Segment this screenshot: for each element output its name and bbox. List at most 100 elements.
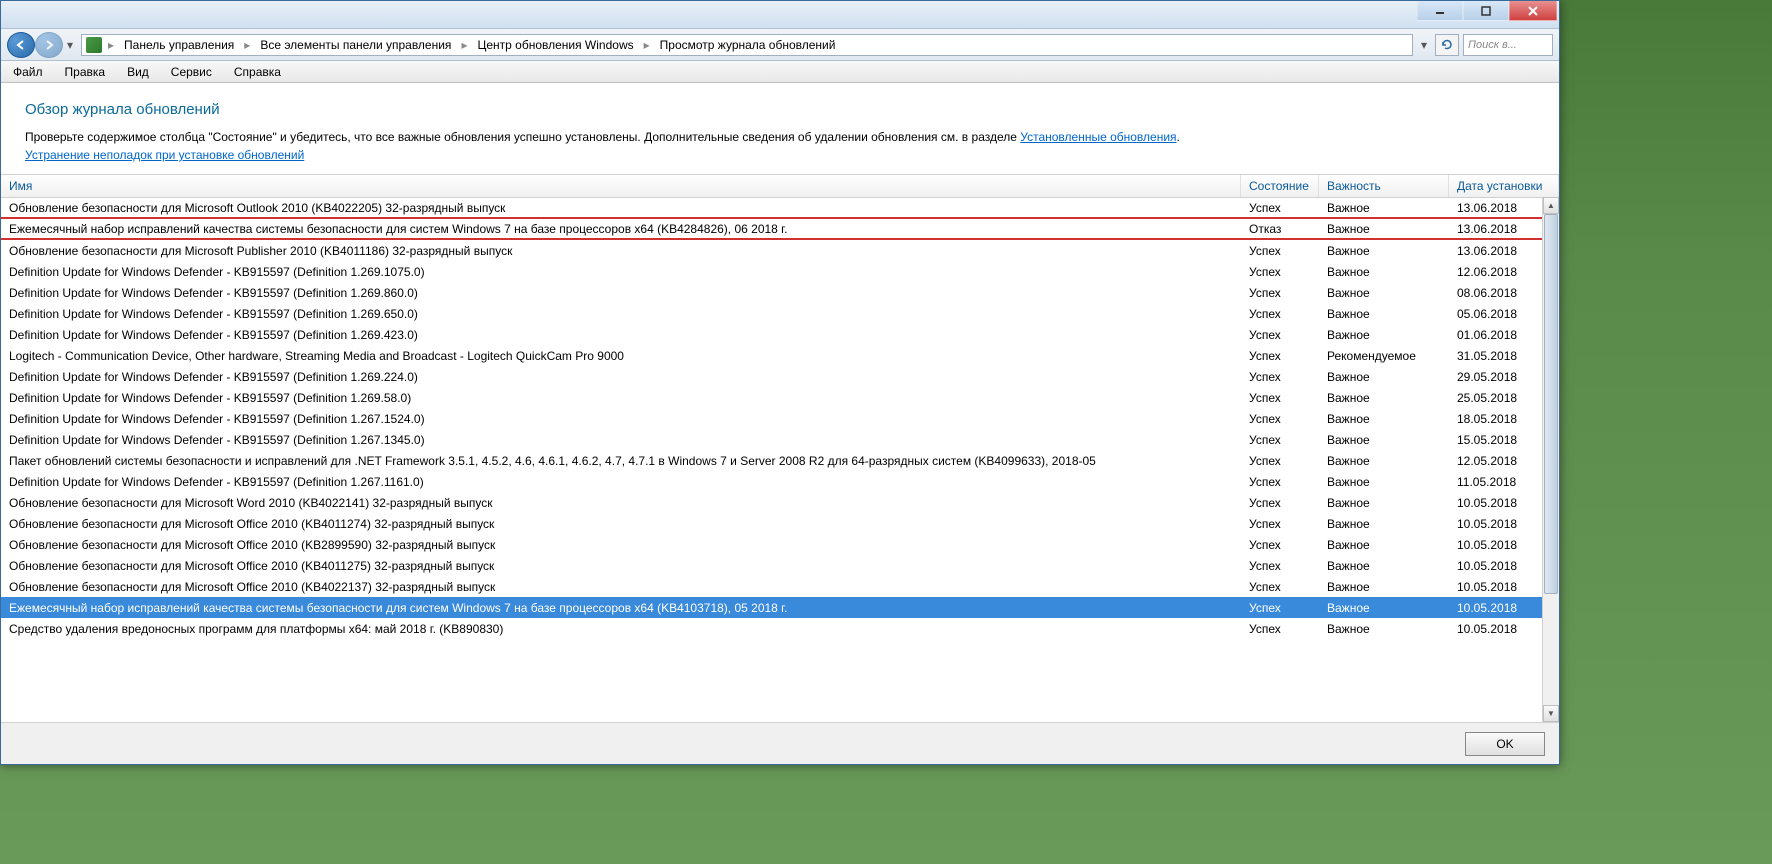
cell-state: Успех	[1241, 473, 1319, 491]
cell-importance: Важное	[1319, 199, 1449, 217]
cell-importance: Важное	[1319, 389, 1449, 407]
menu-edit[interactable]: Правка	[61, 63, 110, 81]
table-row[interactable]: Пакет обновлений системы безопасности и …	[1, 450, 1559, 471]
maximize-icon	[1481, 6, 1491, 16]
menu-file[interactable]: Файл	[9, 63, 47, 81]
addressbar: ▾ ▸ Панель управления ▸ Все элементы пан…	[1, 29, 1559, 61]
table-row[interactable]: Обновление безопасности для Microsoft Wo…	[1, 492, 1559, 513]
cell-importance: Рекомендуемое	[1319, 347, 1449, 365]
cell-state: Успех	[1241, 452, 1319, 470]
refresh-button[interactable]	[1435, 34, 1459, 56]
cell-importance: Важное	[1319, 220, 1449, 238]
table-row[interactable]: Обновление безопасности для Microsoft Pu…	[1, 240, 1559, 261]
table-row[interactable]: Definition Update for Windows Defender -…	[1, 429, 1559, 450]
table-row[interactable]: Definition Update for Windows Defender -…	[1, 471, 1559, 492]
cell-name: Ежемесячный набор исправлений качества с…	[1, 599, 1241, 617]
table-row[interactable]: Ежемесячный набор исправлений качества с…	[1, 219, 1559, 240]
minimize-button[interactable]	[1417, 1, 1463, 21]
column-header-name[interactable]: Имя	[1, 175, 1241, 197]
table-row[interactable]: Definition Update for Windows Defender -…	[1, 408, 1559, 429]
cell-importance: Важное	[1319, 368, 1449, 386]
cell-name: Definition Update for Windows Defender -…	[1, 326, 1241, 344]
cell-state: Отказ	[1241, 220, 1319, 238]
cell-name: Обновление безопасности для Microsoft Wo…	[1, 494, 1241, 512]
cell-state: Успех	[1241, 431, 1319, 449]
search-input[interactable]: Поиск в...	[1463, 34, 1553, 56]
column-header-state[interactable]: Состояние	[1241, 175, 1319, 197]
menu-view[interactable]: Вид	[123, 63, 153, 81]
menu-help[interactable]: Справка	[230, 63, 285, 81]
table-row[interactable]: Definition Update for Windows Defender -…	[1, 303, 1559, 324]
cell-name: Обновление безопасности для Microsoft Of…	[1, 557, 1241, 575]
cell-importance: Важное	[1319, 536, 1449, 554]
page-title: Обзор журнала обновлений	[25, 101, 1535, 118]
table-row[interactable]: Средство удаления вредоносных программ д…	[1, 618, 1559, 639]
table-row[interactable]: Logitech - Communication Device, Other h…	[1, 345, 1559, 366]
table-row[interactable]: Обновление безопасности для Microsoft Of…	[1, 555, 1559, 576]
cell-name: Обновление безопасности для Microsoft Of…	[1, 536, 1241, 554]
maximize-button[interactable]	[1463, 1, 1509, 21]
breadcrumb-item[interactable]: Центр обновления Windows	[473, 36, 637, 54]
forward-button[interactable]	[35, 32, 63, 58]
cell-state: Успех	[1241, 284, 1319, 302]
cell-name: Definition Update for Windows Defender -…	[1, 305, 1241, 323]
cell-name: Definition Update for Windows Defender -…	[1, 263, 1241, 281]
breadcrumb-item[interactable]: Просмотр журнала обновлений	[656, 36, 840, 54]
chevron-right-icon: ▸	[642, 38, 652, 52]
installed-updates-link[interactable]: Установленные обновления	[1020, 130, 1176, 144]
content-header: Обзор журнала обновлений Проверьте содер…	[1, 83, 1559, 174]
column-header-date[interactable]: Дата установки	[1449, 175, 1559, 197]
cell-importance: Важное	[1319, 242, 1449, 260]
update-history-window: ▾ ▸ Панель управления ▸ Все элементы пан…	[0, 0, 1560, 765]
scroll-down-button[interactable]: ▼	[1543, 705, 1559, 722]
ok-button[interactable]: OK	[1465, 732, 1545, 756]
table-row[interactable]: Обновление безопасности для Microsoft Ou…	[1, 198, 1559, 219]
cell-importance: Важное	[1319, 578, 1449, 596]
chevron-right-icon: ▸	[242, 38, 252, 52]
table-row[interactable]: Обновление безопасности для Microsoft Of…	[1, 513, 1559, 534]
cell-name: Обновление безопасности для Microsoft Of…	[1, 515, 1241, 533]
table-row[interactable]: Definition Update for Windows Defender -…	[1, 261, 1559, 282]
cell-importance: Важное	[1319, 599, 1449, 617]
cell-name: Обновление безопасности для Microsoft Ou…	[1, 199, 1241, 217]
cell-state: Успех	[1241, 578, 1319, 596]
column-header-importance[interactable]: Важность	[1319, 175, 1449, 197]
cell-state: Успех	[1241, 536, 1319, 554]
cell-state: Успех	[1241, 557, 1319, 575]
titlebar	[1, 1, 1559, 29]
cell-importance: Важное	[1319, 410, 1449, 428]
cell-state: Успех	[1241, 599, 1319, 617]
cell-state: Успех	[1241, 494, 1319, 512]
back-button[interactable]	[7, 32, 35, 58]
breadcrumb-item[interactable]: Панель управления	[120, 36, 238, 54]
cell-state: Успех	[1241, 305, 1319, 323]
breadcrumb-bar[interactable]: ▸ Панель управления ▸ Все элементы панел…	[81, 34, 1413, 56]
cell-state: Успех	[1241, 515, 1319, 533]
minimize-icon	[1435, 6, 1445, 16]
table-row[interactable]: Definition Update for Windows Defender -…	[1, 387, 1559, 408]
cell-name: Definition Update for Windows Defender -…	[1, 473, 1241, 491]
scroll-thumb[interactable]	[1544, 214, 1558, 594]
table-row[interactable]: Обновление безопасности для Microsoft Of…	[1, 576, 1559, 597]
nav-history-dropdown[interactable]: ▾	[63, 32, 77, 58]
table-row[interactable]: Обновление безопасности для Microsoft Of…	[1, 534, 1559, 555]
close-button[interactable]	[1509, 1, 1557, 21]
cell-importance: Важное	[1319, 452, 1449, 470]
table-row[interactable]: Ежемесячный набор исправлений качества с…	[1, 597, 1559, 618]
cell-state: Успех	[1241, 242, 1319, 260]
cell-state: Успех	[1241, 263, 1319, 281]
table-header: Имя Состояние Важность Дата установки	[1, 175, 1559, 198]
table-row[interactable]: Definition Update for Windows Defender -…	[1, 282, 1559, 303]
table-row[interactable]: Definition Update for Windows Defender -…	[1, 324, 1559, 345]
table-row[interactable]: Definition Update for Windows Defender -…	[1, 366, 1559, 387]
breadcrumb-item[interactable]: Все элементы панели управления	[256, 36, 455, 54]
cell-name: Definition Update for Windows Defender -…	[1, 389, 1241, 407]
footer: OK	[1, 722, 1559, 764]
scroll-up-button[interactable]: ▲	[1543, 197, 1559, 214]
search-placeholder: Поиск в...	[1468, 39, 1517, 51]
troubleshoot-link[interactable]: Устранение неполадок при установке обнов…	[25, 148, 304, 162]
menu-service[interactable]: Сервис	[167, 63, 216, 81]
update-table: Имя Состояние Важность Дата установки Об…	[1, 174, 1559, 722]
address-dropdown[interactable]: ▾	[1417, 32, 1431, 58]
cell-importance: Важное	[1319, 494, 1449, 512]
